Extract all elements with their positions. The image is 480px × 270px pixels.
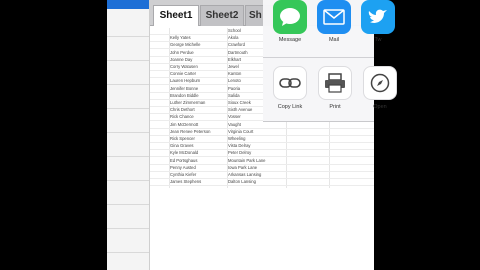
- divider: [107, 132, 149, 133]
- table-cell[interactable]: Mountain Park Lane: [228, 158, 283, 164]
- table-cell[interactable]: Rick Spencer: [170, 136, 225, 142]
- share-app-message[interactable]: Message: [271, 0, 309, 43]
- sidebar-selected-bar[interactable]: [107, 0, 149, 9]
- twitter-icon: [361, 0, 395, 34]
- table-cell[interactable]: Luther Zimmerman: [170, 100, 225, 106]
- share-action-printer[interactable]: Print: [317, 66, 353, 110]
- table-cell[interactable]: Kelly Yates: [170, 35, 225, 41]
- table-row[interactable]: Penny Austed Iowa Park Lane: [150, 165, 374, 172]
- table-cell[interactable]: Ed Portsghaus: [170, 158, 225, 164]
- table-cell[interactable]: Wheeling: [228, 136, 283, 142]
- table-cell[interactable]: Kyle McDonald: [170, 150, 225, 156]
- table-cell[interactable]: Lauren Hepburn: [170, 78, 225, 84]
- share-action-label: Copy Link: [277, 104, 303, 110]
- table-row[interactable]: Gina Graves Vista Delray: [150, 143, 374, 151]
- share-action-label: Print: [329, 104, 341, 110]
- share-app-label: Message: [278, 37, 302, 43]
- table-cell[interactable]: George Michelle: [170, 42, 225, 48]
- table-cell[interactable]: Penny Austed: [170, 165, 225, 171]
- tab-sheet1[interactable]: Sheet1: [153, 5, 199, 26]
- table-row[interactable]: Ed Portsghaus Mountain Park Lane: [150, 158, 374, 165]
- table-cell[interactable]: Brandon Biddle: [170, 93, 225, 99]
- divider: [107, 180, 149, 181]
- divider: [263, 57, 374, 58]
- table-cell[interactable]: John Perdue: [170, 50, 225, 56]
- tab-sheet2[interactable]: Sheet2: [200, 5, 244, 26]
- divider: [107, 60, 149, 61]
- divider: [107, 156, 149, 157]
- share-app-label: Mail: [328, 37, 340, 43]
- table-cell[interactable]: Jim McDermott: [170, 122, 225, 128]
- table-row[interactable]: Rick Spencer Wheeling: [150, 136, 374, 143]
- table-row[interactable]: Cynthia Kiefer Arkansas Lansing: [150, 172, 374, 179]
- table-row[interactable]: Kyle McDonald Peter Delroy: [150, 150, 374, 158]
- table-cell[interactable]: Cynthia Kiefer: [170, 172, 225, 178]
- table-cell[interactable]: Peter Delroy: [228, 150, 283, 156]
- divider: [107, 204, 149, 205]
- table-cell[interactable]: Chris Dethort: [170, 107, 225, 113]
- table-cell[interactable]: Vista Delray: [228, 143, 283, 149]
- compass-icon: [363, 66, 397, 100]
- table-row[interactable]: Jim McDermott Vaught: [150, 122, 374, 129]
- table-cell[interactable]: Jean Renee Peterson: [170, 129, 225, 135]
- table-cell[interactable]: Dalton Lansing: [228, 179, 283, 185]
- table-cell[interactable]: Jennifer Bonne: [170, 86, 225, 92]
- table-cell[interactable]: James Stephens: [170, 179, 225, 185]
- share-action-label: Open: [373, 104, 387, 110]
- table-cell[interactable]: Rick Chance: [170, 114, 225, 120]
- share-app-twitter[interactable]: Tw: [359, 0, 397, 43]
- share-action-compass[interactable]: Open: [362, 66, 398, 110]
- message-icon: [273, 0, 307, 34]
- divider: [107, 84, 149, 85]
- sidebar-panel: [107, 0, 150, 270]
- table-cell[interactable]: Connie Carter: [170, 71, 225, 77]
- printer-icon: [318, 66, 352, 100]
- share-app-mail[interactable]: Mail: [315, 0, 353, 43]
- table-cell[interactable]: Joanne Day: [170, 57, 225, 63]
- table-cell[interactable]: Vaught: [228, 122, 283, 128]
- table-row[interactable]: James Stephens Dalton Lansing: [150, 179, 374, 187]
- table-cell[interactable]: Corry Watusen: [170, 64, 225, 70]
- table-row[interactable]: Jean Renee Peterson Virginia Court: [150, 129, 374, 136]
- table-cell[interactable]: Arkansas Lansing: [228, 172, 283, 178]
- divider: [107, 36, 149, 37]
- table-cell[interactable]: Virginia Court: [228, 129, 283, 135]
- divider: [107, 228, 149, 229]
- table-cell[interactable]: Gina Graves: [170, 143, 225, 149]
- share-sheet: Message Mail Tw Copy Link Print Open: [263, 0, 397, 122]
- share-action-link[interactable]: Copy Link: [272, 66, 308, 110]
- table-cell[interactable]: Iowa Park Lane: [228, 165, 283, 171]
- share-app-label: Tw: [374, 37, 382, 43]
- divider: [107, 252, 149, 253]
- mail-icon: [317, 0, 351, 34]
- divider: [107, 108, 149, 109]
- link-icon: [273, 66, 307, 100]
